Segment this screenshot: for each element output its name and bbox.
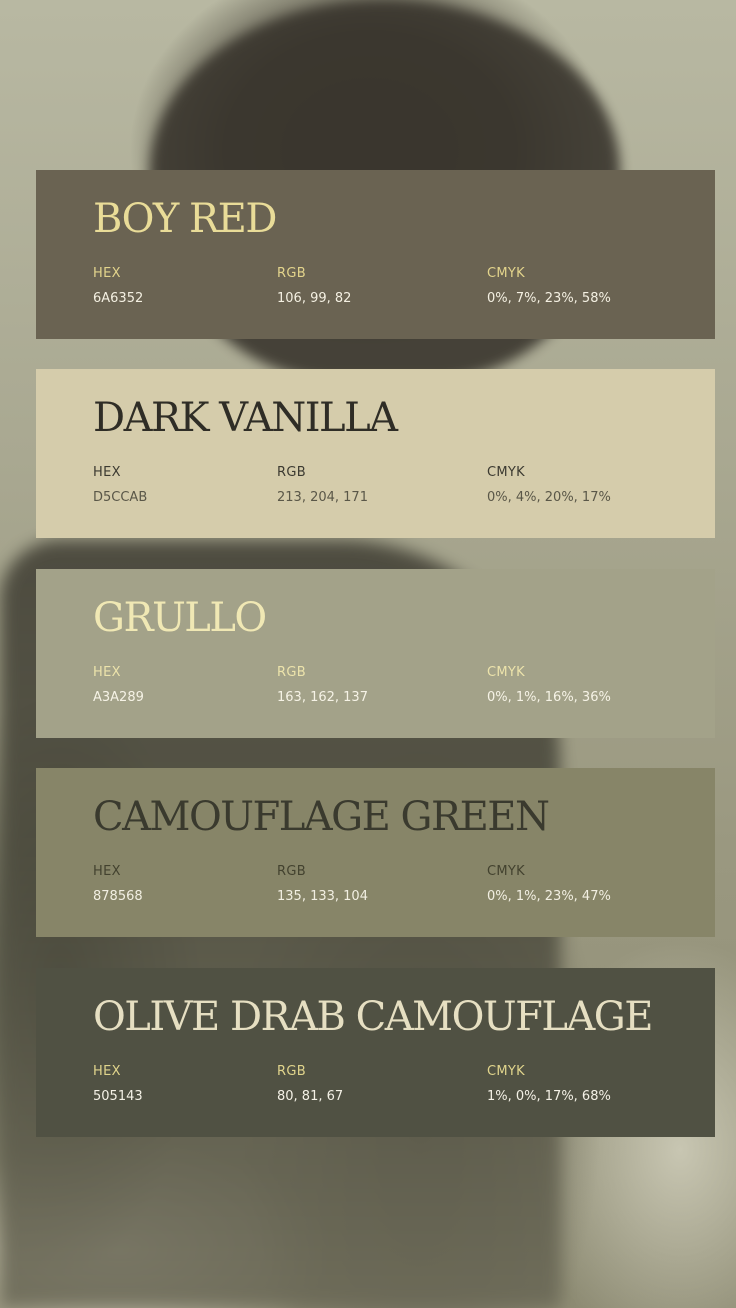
rgb-value: 213, 204, 171 <box>277 490 368 505</box>
rgb-column: RGB 135, 133, 104 <box>277 864 368 905</box>
hex-value: 878568 <box>93 889 143 904</box>
swatch-card-boy-red: BOY RED HEX 6A6352 RGB 106, 99, 82 CMYK … <box>36 170 715 339</box>
cmyk-value: 0%, 1%, 23%, 47% <box>487 889 611 904</box>
hex-label: HEX <box>93 665 121 680</box>
rgb-label: RGB <box>277 1064 306 1079</box>
hex-label: HEX <box>93 266 121 281</box>
hex-column: HEX D5CCAB <box>93 465 147 506</box>
cmyk-value: 0%, 7%, 23%, 58% <box>487 291 611 306</box>
swatch-name: OLIVE DRAB CAMOUFLAGE <box>93 994 653 1040</box>
cmyk-column: CMYK 0%, 1%, 16%, 36% <box>487 665 611 706</box>
swatch-card-olive-drab-camouflage: OLIVE DRAB CAMOUFLAGE HEX 505143 RGB 80,… <box>36 968 715 1137</box>
rgb-value: 135, 133, 104 <box>277 889 368 904</box>
rgb-value: 163, 162, 137 <box>277 690 368 705</box>
cmyk-value: 1%, 0%, 17%, 68% <box>487 1089 611 1104</box>
swatch-name: GRULLO <box>93 595 267 641</box>
hex-value: 505143 <box>93 1089 143 1104</box>
cmyk-label: CMYK <box>487 665 525 680</box>
hex-value: D5CCAB <box>93 490 148 505</box>
rgb-label: RGB <box>277 665 306 680</box>
rgb-column: RGB 80, 81, 67 <box>277 1064 343 1105</box>
cmyk-value: 0%, 4%, 20%, 17% <box>487 490 611 505</box>
cmyk-column: CMYK 0%, 7%, 23%, 58% <box>487 266 611 307</box>
hex-label: HEX <box>93 465 121 480</box>
swatch-card-camouflage-green: CAMOUFLAGE GREEN HEX 878568 RGB 135, 133… <box>36 768 715 937</box>
hex-label: HEX <box>93 864 121 879</box>
cmyk-label: CMYK <box>487 465 525 480</box>
hex-value: A3A289 <box>93 690 144 705</box>
rgb-column: RGB 213, 204, 171 <box>277 465 368 506</box>
rgb-value: 80, 81, 67 <box>277 1089 344 1104</box>
rgb-label: RGB <box>277 266 306 281</box>
cmyk-column: CMYK 0%, 4%, 20%, 17% <box>487 465 611 506</box>
hex-column: HEX 878568 <box>93 864 143 905</box>
cmyk-label: CMYK <box>487 864 525 879</box>
swatch-card-dark-vanilla: DARK VANILLA HEX D5CCAB RGB 213, 204, 17… <box>36 369 715 538</box>
cmyk-label: CMYK <box>487 1064 525 1079</box>
hex-value: 6A6352 <box>93 291 144 306</box>
cmyk-column: CMYK 0%, 1%, 23%, 47% <box>487 864 611 905</box>
swatch-name: CAMOUFLAGE GREEN <box>93 794 550 840</box>
swatch-name: DARK VANILLA <box>93 395 398 441</box>
swatch-card-grullo: GRULLO HEX A3A289 RGB 163, 162, 137 CMYK… <box>36 569 715 738</box>
cmyk-label: CMYK <box>487 266 525 281</box>
hex-column: HEX 6A6352 <box>93 266 143 307</box>
hex-column: HEX A3A289 <box>93 665 144 706</box>
rgb-value: 106, 99, 82 <box>277 291 352 306</box>
hex-label: HEX <box>93 1064 121 1079</box>
swatch-name: BOY RED <box>93 196 277 242</box>
rgb-column: RGB 163, 162, 137 <box>277 665 368 706</box>
rgb-column: RGB 106, 99, 82 <box>277 266 351 307</box>
rgb-label: RGB <box>277 465 306 480</box>
hex-column: HEX 505143 <box>93 1064 143 1105</box>
rgb-label: RGB <box>277 864 306 879</box>
cmyk-value: 0%, 1%, 16%, 36% <box>487 690 611 705</box>
cmyk-column: CMYK 1%, 0%, 17%, 68% <box>487 1064 611 1105</box>
